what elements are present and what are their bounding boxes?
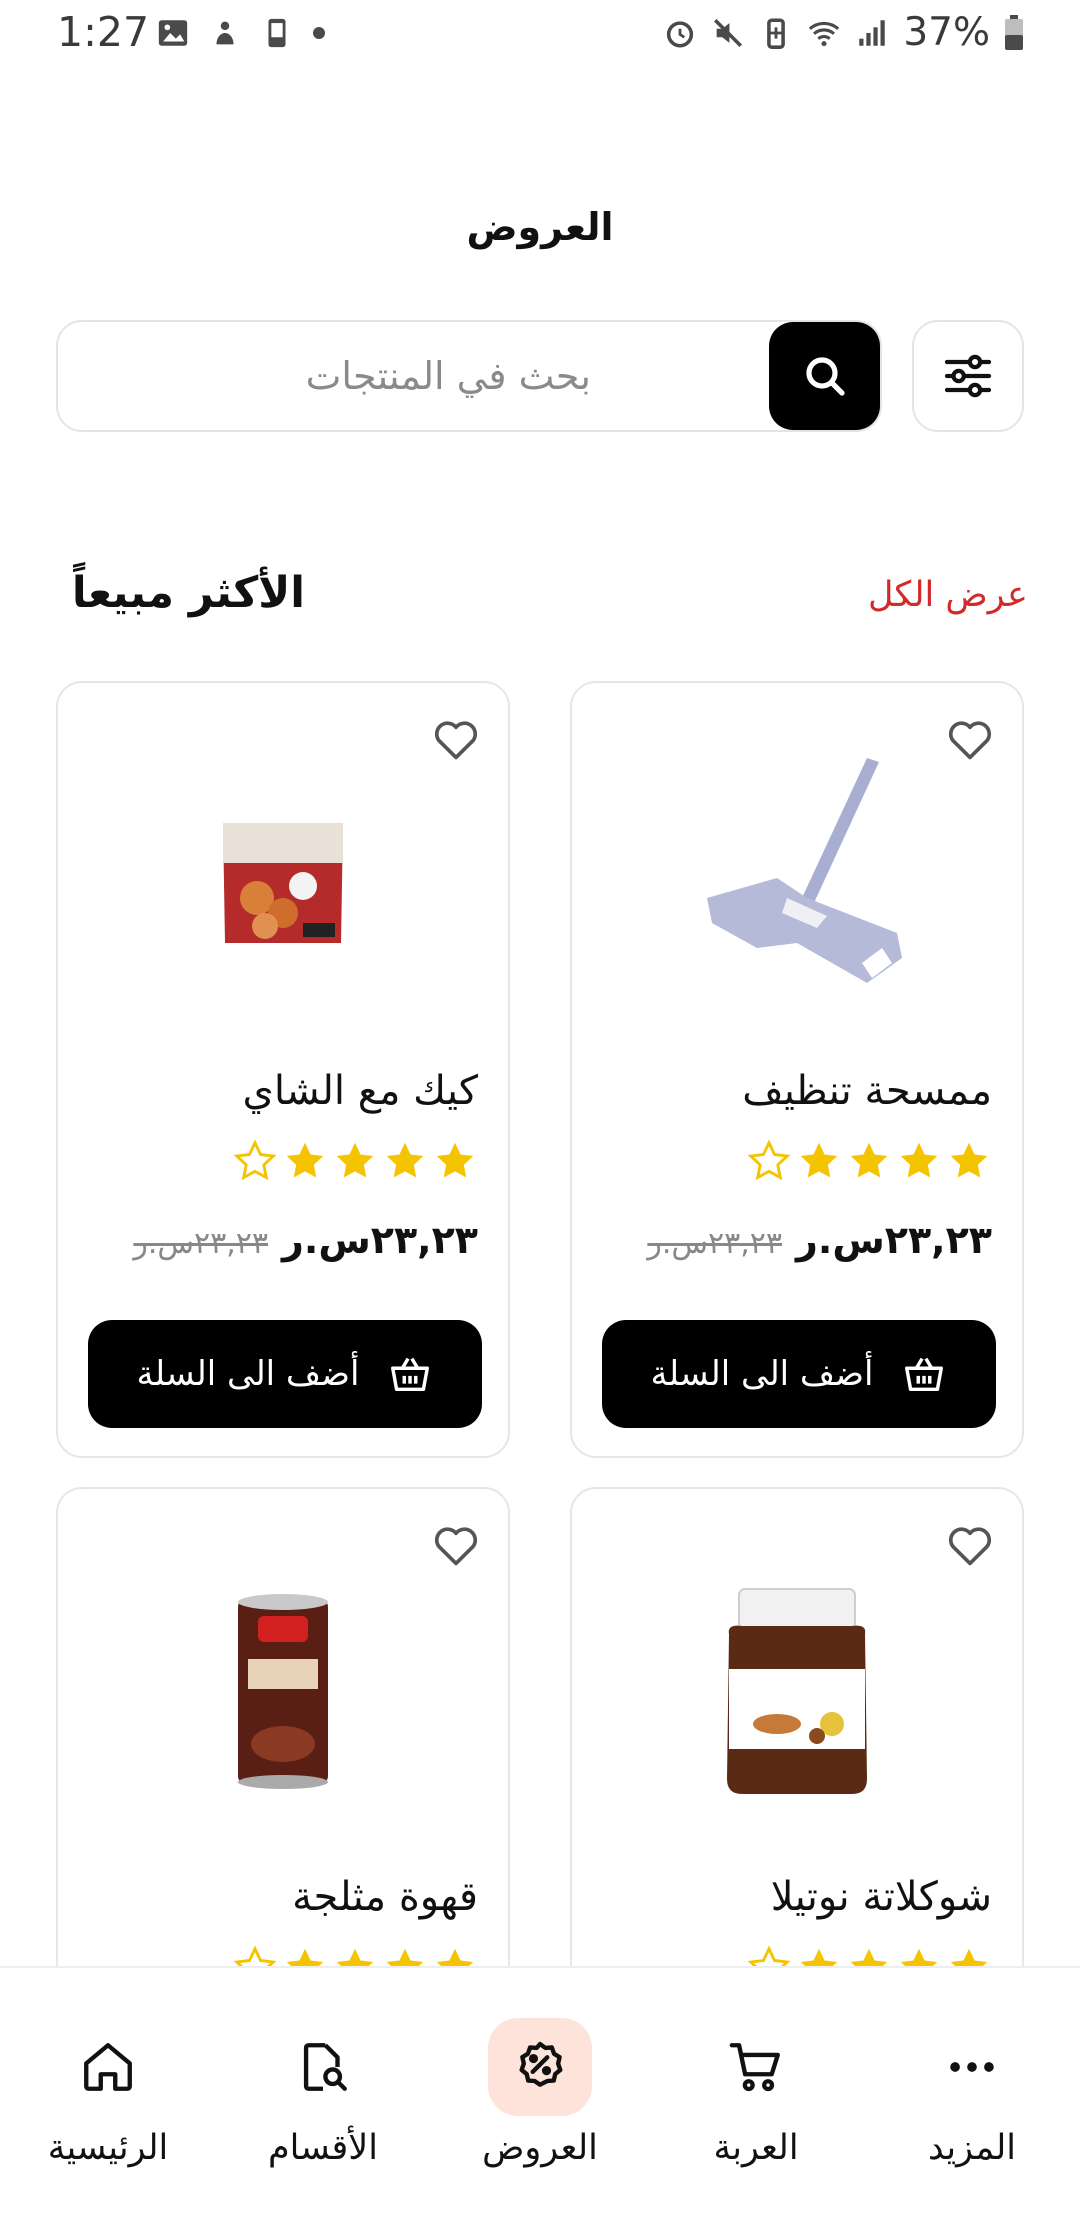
product-image-chips-bag: [223, 823, 343, 943]
mute-icon: [714, 18, 743, 47]
status-bar: 1:27 37%: [0, 0, 1080, 70]
nav-item-more[interactable]: المزيد: [867, 2018, 1077, 2178]
nav-item-home[interactable]: الرئيسية: [3, 2018, 213, 2178]
star-filled-icon: [436, 1142, 474, 1178]
product-image-chocolate-jar: [727, 1588, 867, 1794]
add-to-cart-button[interactable]: أضف الى السلة: [602, 1320, 996, 1428]
basket-icon: [905, 1357, 944, 1392]
star-filled-icon: [800, 1142, 838, 1178]
categories-icon: [303, 2043, 347, 2091]
price-current: ٢٣,٢٣س.ر: [282, 1218, 478, 1262]
nav-label: العروض: [482, 2128, 598, 2168]
star-filled-icon: [336, 1142, 374, 1178]
nav-item-offers[interactable]: العروض: [435, 2018, 645, 2178]
battery-percent: 37%: [903, 10, 990, 55]
section-title: الأكثر مبيعاً: [71, 568, 305, 618]
price-current: ٢٣,٢٣س.ر: [796, 1218, 992, 1262]
basket-icon: [391, 1357, 430, 1392]
battery-icon: [1005, 14, 1023, 50]
star-filled-icon: [850, 1142, 888, 1178]
star-filled-icon: [950, 1142, 988, 1178]
bottom-nav: الرئيسية الأقسام العروض العربة المزيد: [0, 1966, 1080, 2220]
product-name: كيك مع الشاي: [242, 1068, 478, 1114]
more-icon: [950, 2062, 994, 2072]
search-icon: [805, 357, 845, 396]
product-card[interactable]: ممسحة تنظيف ٢٣,٢٣س.ر ٢٣,٢٣س.ر أضف الى ال…: [570, 681, 1024, 1458]
favorite-heart-icon[interactable]: [430, 1519, 482, 1571]
price-row: ٢٣,٢٣س.ر ٢٣,٢٣س.ر: [647, 1218, 992, 1262]
price-old: ٢٣,٢٣س.ر: [133, 1226, 269, 1261]
favorite-heart-icon[interactable]: [430, 713, 482, 765]
alarm-icon: [667, 20, 694, 48]
nav-icon-container: [271, 2018, 375, 2116]
nav-icon-container: [56, 2018, 160, 2116]
nav-icon-container: [704, 2018, 808, 2116]
offers-icon: [519, 2041, 563, 2087]
nav-item-cart[interactable]: العربة: [651, 2018, 861, 2178]
nav-label: الرئيسية: [47, 2128, 169, 2168]
product-name: قهوة مثلجة: [292, 1874, 478, 1920]
price-old: ٢٣,٢٣س.ر: [647, 1226, 783, 1261]
product-image-mop: [707, 758, 902, 983]
filter-button[interactable]: [912, 320, 1024, 432]
add-to-cart-label: أضف الى السلة: [136, 1354, 360, 1394]
page-title: العروض: [466, 205, 614, 249]
star-filled-icon: [286, 1142, 324, 1178]
search-box: [56, 320, 882, 432]
nav-item-categories[interactable]: الأقسام: [218, 2018, 428, 2178]
nav-label: العربة: [713, 2128, 799, 2168]
search-button[interactable]: [769, 322, 880, 430]
dot-icon: [313, 27, 325, 39]
device-icon: [268, 18, 286, 48]
rating-stars: [746, 1138, 992, 1184]
cart-icon: [729, 2043, 780, 2092]
nav-label: المزيد: [927, 2128, 1017, 2168]
nav-icon-container: [488, 2018, 592, 2116]
favorite-heart-icon[interactable]: [944, 713, 996, 765]
filter-icon: [944, 354, 992, 398]
screen: 1:27 37% العروض الأكثر مبيع: [0, 0, 1080, 2220]
product-card[interactable]: كيك مع الشاي ٢٣,٢٣س.ر ٢٣,٢٣س.ر أضف الى ا…: [56, 681, 510, 1458]
favorite-heart-icon[interactable]: [944, 1519, 996, 1571]
search-input[interactable]: [58, 322, 771, 430]
status-time: 1:27: [57, 8, 150, 56]
star-filled-icon: [900, 1142, 938, 1178]
battery-saver-icon: [767, 17, 786, 49]
price-row: ٢٣,٢٣س.ر ٢٣,٢٣س.ر: [133, 1218, 478, 1262]
nav-icon-container: [920, 2018, 1024, 2116]
add-to-cart-button[interactable]: أضف الى السلة: [88, 1320, 482, 1428]
home-icon: [84, 2043, 132, 2091]
add-to-cart-label: أضف الى السلة: [650, 1354, 874, 1394]
rating-stars: [232, 1138, 478, 1184]
star-empty-icon: [747, 1139, 791, 1181]
wifi-icon: [809, 21, 840, 46]
app-icon: [216, 21, 234, 45]
gallery-icon: [158, 20, 188, 46]
product-name: ممسحة تنظيف: [742, 1068, 992, 1114]
nav-label: الأقسام: [268, 2128, 378, 2168]
star-empty-icon: [233, 1139, 277, 1181]
view-all-link[interactable]: عرض الكل: [868, 575, 1028, 615]
system-icons: 37%: [663, 10, 1024, 55]
product-image-coffee-can: [238, 1594, 328, 1789]
product-name: شوكلاتة نوتيلا: [770, 1874, 992, 1920]
notification-icons: [156, 16, 326, 50]
signal-icon: [859, 19, 886, 46]
star-filled-icon: [386, 1142, 424, 1178]
